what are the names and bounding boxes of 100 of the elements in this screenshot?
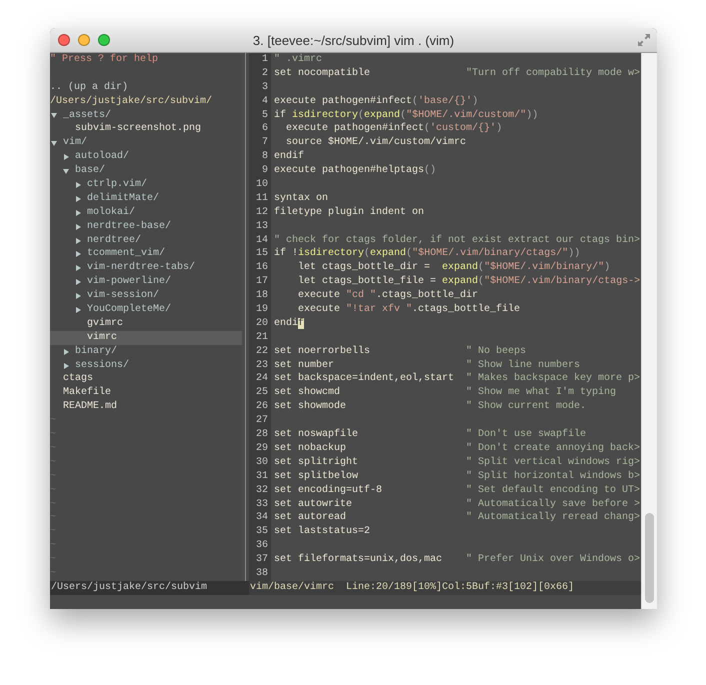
code-line: set laststatus=2 [274, 526, 370, 538]
line-number: 19 [249, 303, 271, 317]
folder-item[interactable]: ctrlp.vim/ [87, 178, 148, 192]
code-comment: " Show me what I'm typing [466, 387, 616, 398]
code-comment: " Set default encoding to UT> [466, 484, 640, 496]
code-comment: " Split horizontal windows b> [466, 470, 640, 482]
expanded-arrow-icon[interactable] [63, 168, 69, 174]
folder-item[interactable]: vim/ [63, 136, 88, 150]
code-line: set showmode [274, 400, 348, 414]
line-number: 38 [249, 566, 271, 581]
code-comment: " Prefer Unix over Windows o> [466, 554, 640, 566]
code-line: set nocompatible [274, 66, 372, 81]
code-line: set splitbelow [274, 470, 360, 484]
empty-line-marker: ~ [50, 456, 56, 470]
line-number: 5 [249, 108, 271, 122]
collapsed-arrow-icon[interactable] [64, 154, 69, 160]
code-line: set noerrorbells [274, 344, 372, 359]
folder-item[interactable]: vim-session/ [87, 289, 160, 304]
fullscreen-icon[interactable] [637, 33, 651, 47]
file-item[interactable]: subvim-screenshot.png [75, 122, 202, 136]
collapsed-arrow-icon[interactable] [76, 238, 81, 244]
zoom-button[interactable] [98, 34, 110, 46]
line-number: 21 [249, 330, 271, 345]
line-number: 12 [249, 206, 271, 220]
code-line: endif [274, 318, 304, 329]
scrollbar-thumb[interactable] [645, 512, 654, 603]
line-number: 4 [249, 94, 271, 109]
code-comment: " Automatically save before > [466, 498, 640, 510]
collapsed-arrow-icon[interactable] [76, 251, 81, 258]
collapsed-arrow-icon[interactable] [76, 265, 81, 272]
folder-item[interactable]: molokai/ [87, 206, 136, 220]
folder-item[interactable]: YouCompleteMe/ [87, 303, 172, 317]
collapsed-arrow-icon[interactable] [76, 210, 81, 216]
line-number: 24 [249, 372, 271, 386]
code-comment: " No beeps [466, 346, 526, 357]
line-number: 36 [249, 539, 271, 554]
file-item[interactable]: README.md [63, 400, 118, 414]
code-line: execute "cd ".ctags_bottle_dir [297, 290, 478, 302]
code-line: execute pathogen#infect('custom/{}') [285, 123, 502, 134]
code-comment: " Makes backspace key more p> [466, 373, 640, 384]
line-number: 27 [249, 414, 271, 428]
code-line: execute "!tar xfv ".ctags_bottle_file [297, 304, 520, 316]
collapsed-arrow-icon[interactable] [64, 362, 69, 369]
empty-line-marker: ~ [50, 553, 56, 567]
expanded-arrow-icon[interactable] [51, 140, 57, 146]
folder-item[interactable]: base/ [75, 164, 106, 178]
code-line: set encoding=utf-8 [274, 484, 384, 498]
line-number: 11 [249, 192, 271, 206]
collapsed-arrow-icon[interactable] [64, 348, 69, 355]
code-line: set showcmd [274, 386, 342, 400]
line-number: 23 [249, 358, 271, 372]
empty-line-marker: ~ [50, 525, 56, 540]
collapsed-arrow-icon[interactable] [76, 196, 81, 202]
code-line: execute pathogen#infect('base/{}') [274, 96, 478, 107]
line-number: 13 [249, 220, 271, 234]
code-line: execute pathogen#helptags() [274, 165, 436, 176]
code-line: set nobackup [274, 442, 348, 456]
collapsed-arrow-icon[interactable] [76, 279, 81, 286]
folder-item[interactable]: delimitMate/ [87, 192, 160, 206]
empty-line-marker: ~ [50, 428, 56, 442]
empty-line-marker: ~ [50, 539, 56, 554]
folder-item[interactable]: vim-powerline/ [87, 275, 172, 290]
folder-item[interactable]: tcomment_vim/ [87, 247, 166, 262]
minimize-button[interactable] [78, 34, 90, 46]
line-number: 17 [249, 275, 271, 290]
file-item[interactable]: Makefile [63, 386, 112, 400]
folder-item[interactable]: nerdtree-base/ [87, 220, 172, 234]
empty-line-marker: ~ [50, 498, 56, 512]
code-line: if !isdirectory(expand("$HOME/.vim/binary/ctags/")) [274, 248, 580, 260]
collapsed-arrow-icon[interactable] [76, 224, 81, 230]
line-number: 22 [249, 344, 271, 359]
folder-item[interactable]: sessions/ [75, 358, 130, 372]
file-item[interactable]: ctags [63, 372, 94, 386]
folder-item[interactable]: autoload/ [75, 150, 130, 164]
line-number: 30 [249, 456, 271, 470]
code-comment: " Don't create annoying back> [466, 442, 640, 454]
code-line: endif [274, 151, 304, 162]
file-item[interactable]: vimrc [87, 330, 118, 345]
empty-line-marker: ~ [50, 511, 56, 526]
close-button[interactable] [58, 34, 70, 46]
window-title: 3. [teevee:~/src/subvim] vim . (vim) [252, 33, 454, 48]
code-comment: " Split vertical windows rig> [466, 456, 640, 468]
folder-item[interactable]: vim-nerdtree-tabs/ [87, 261, 196, 276]
tree-path-status: /Users/justjake/src/subvim [50, 580, 249, 595]
folder-item[interactable]: _assets/ [63, 108, 112, 122]
up-directory-link[interactable]: .. (up a dir) [50, 80, 128, 95]
expanded-arrow-icon[interactable] [51, 113, 57, 118]
file-item[interactable]: gvimrc [87, 316, 124, 331]
collapsed-arrow-icon[interactable] [76, 182, 81, 188]
line-number: 14 [249, 234, 271, 248]
folder-item[interactable]: nerdtree/ [87, 234, 142, 248]
line-number: 34 [249, 511, 271, 526]
code-line: set autoread [274, 511, 348, 526]
collapsed-arrow-icon[interactable] [76, 293, 81, 300]
collapsed-arrow-icon[interactable] [76, 306, 81, 313]
empty-line-marker: ~ [50, 442, 56, 456]
folder-item[interactable]: binary/ [75, 344, 118, 359]
code-comment: "Turn off compability mode w> [466, 68, 640, 79]
code-comment: " Don't use swapfile [466, 429, 586, 440]
code-line: set noswapfile [274, 428, 360, 442]
